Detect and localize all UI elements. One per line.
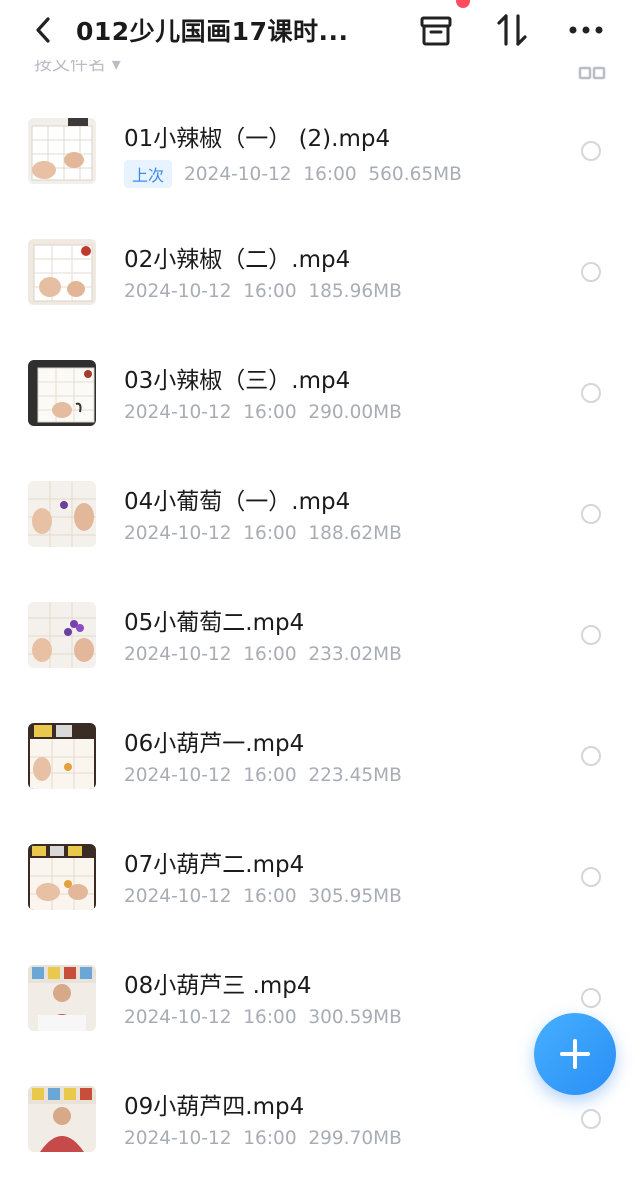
notification-dot bbox=[456, 0, 470, 8]
select-radio[interactable] bbox=[581, 383, 601, 403]
file-name: 03小辣椒（三）.mp4 bbox=[124, 368, 351, 394]
select-radio[interactable] bbox=[581, 625, 601, 645]
file-time: 16:00 bbox=[243, 644, 297, 665]
file-name: 08小葫芦三 .mp4 bbox=[124, 973, 312, 999]
file-time: 16:00 bbox=[243, 281, 297, 302]
file-meta: 2024-10-12 16:00 188.62MB bbox=[124, 523, 402, 544]
select-radio[interactable] bbox=[581, 141, 601, 161]
sort-button[interactable] bbox=[492, 10, 532, 50]
video-thumbnail bbox=[28, 1086, 96, 1152]
file-date: 2024-10-12 bbox=[124, 402, 232, 423]
select-radio[interactable] bbox=[581, 746, 601, 766]
video-thumbnail bbox=[28, 965, 96, 1031]
more-icon bbox=[569, 26, 603, 34]
file-meta: 2024-10-12 16:00 299.70MB bbox=[124, 1128, 402, 1149]
archive-icon bbox=[420, 16, 452, 46]
more-button[interactable] bbox=[566, 10, 606, 50]
file-name: 01小辣椒（一） (2).mp4 bbox=[124, 126, 391, 152]
file-row[interactable]: 04小葡萄（一）.mp4 2024-10-12 16:00 188.62MB bbox=[0, 453, 640, 574]
plus-icon bbox=[560, 1039, 590, 1069]
file-size: 305.95MB bbox=[308, 886, 402, 907]
file-time: 16:00 bbox=[243, 523, 297, 544]
page-title: 012少儿国画17课时... bbox=[76, 17, 349, 46]
add-button[interactable] bbox=[534, 1013, 616, 1095]
file-meta: 上次 2024-10-12 16:00 560.65MB bbox=[124, 160, 462, 188]
file-name: 07小葫芦二.mp4 bbox=[124, 852, 305, 878]
back-icon bbox=[36, 17, 50, 43]
file-date: 2024-10-12 bbox=[124, 281, 232, 302]
file-row[interactable]: 06小葫芦一.mp4 2024-10-12 16:00 223.45MB bbox=[0, 695, 640, 816]
file-time: 16:00 bbox=[243, 886, 297, 907]
file-name: 09小葫芦四.mp4 bbox=[124, 1094, 305, 1120]
file-name: 05小葡萄二.mp4 bbox=[124, 610, 305, 636]
select-radio[interactable] bbox=[581, 1109, 601, 1129]
video-thumbnail bbox=[28, 360, 96, 426]
video-thumbnail bbox=[28, 481, 96, 547]
file-meta: 2024-10-12 16:00 290.00MB bbox=[124, 402, 402, 423]
file-time: 16:00 bbox=[243, 1007, 297, 1028]
top-bar: 012少儿国画17课时... bbox=[0, 0, 640, 60]
file-size: 223.45MB bbox=[308, 765, 402, 786]
file-name: 06小葫芦一.mp4 bbox=[124, 731, 305, 757]
archive-button[interactable] bbox=[416, 0, 470, 50]
file-name: 02小辣椒（二）.mp4 bbox=[124, 247, 351, 273]
file-meta: 2024-10-12 16:00 185.96MB bbox=[124, 281, 402, 302]
file-meta: 2024-10-12 16:00 223.45MB bbox=[124, 765, 402, 786]
select-radio[interactable] bbox=[581, 262, 601, 282]
sort-icon bbox=[497, 14, 527, 46]
file-list: 01小辣椒（一） (2).mp4 上次 2024-10-12 16:00 560… bbox=[0, 90, 640, 1179]
select-radio[interactable] bbox=[581, 988, 601, 1008]
file-row[interactable]: 02小辣椒（二）.mp4 2024-10-12 16:00 185.96MB bbox=[0, 211, 640, 332]
file-time: 16:00 bbox=[243, 1128, 297, 1149]
file-row[interactable]: 07小葫芦二.mp4 2024-10-12 16:00 305.95MB bbox=[0, 816, 640, 937]
file-name: 04小葡萄（一）.mp4 bbox=[124, 489, 351, 515]
back-button[interactable] bbox=[26, 10, 60, 50]
file-row[interactable]: 03小辣椒（三）.mp4 2024-10-12 16:00 290.00MB bbox=[0, 332, 640, 453]
video-thumbnail bbox=[28, 239, 96, 305]
file-row[interactable]: 01小辣椒（一） (2).mp4 上次 2024-10-12 16:00 560… bbox=[0, 90, 640, 211]
video-thumbnail bbox=[28, 844, 96, 910]
file-date: 2024-10-12 bbox=[124, 765, 232, 786]
file-size: 560.65MB bbox=[368, 163, 462, 185]
video-thumbnail bbox=[28, 602, 96, 668]
file-date: 2024-10-12 bbox=[124, 523, 232, 544]
file-date: 2024-10-12 bbox=[124, 1007, 232, 1028]
file-meta: 2024-10-12 16:00 300.59MB bbox=[124, 1007, 402, 1028]
file-size: 188.62MB bbox=[308, 523, 402, 544]
file-date: 2024-10-12 bbox=[124, 886, 232, 907]
file-time: 16:00 bbox=[303, 163, 357, 185]
file-date: 2024-10-12 bbox=[184, 163, 292, 185]
file-date: 2024-10-12 bbox=[124, 1128, 232, 1149]
file-meta: 2024-10-12 16:00 305.95MB bbox=[124, 886, 402, 907]
select-radio[interactable] bbox=[581, 867, 601, 887]
file-row[interactable]: 05小葡萄二.mp4 2024-10-12 16:00 233.02MB bbox=[0, 574, 640, 695]
file-size: 185.96MB bbox=[308, 281, 402, 302]
file-date: 2024-10-12 bbox=[124, 644, 232, 665]
file-size: 300.59MB bbox=[308, 1007, 402, 1028]
file-size: 299.70MB bbox=[308, 1128, 402, 1149]
video-thumbnail bbox=[28, 118, 96, 184]
file-size: 290.00MB bbox=[308, 402, 402, 423]
file-time: 16:00 bbox=[243, 765, 297, 786]
last-played-badge: 上次 bbox=[124, 160, 173, 188]
file-size: 233.02MB bbox=[308, 644, 402, 665]
video-thumbnail bbox=[28, 723, 96, 789]
file-meta: 2024-10-12 16:00 233.02MB bbox=[124, 644, 402, 665]
file-time: 16:00 bbox=[243, 402, 297, 423]
select-radio[interactable] bbox=[581, 504, 601, 524]
